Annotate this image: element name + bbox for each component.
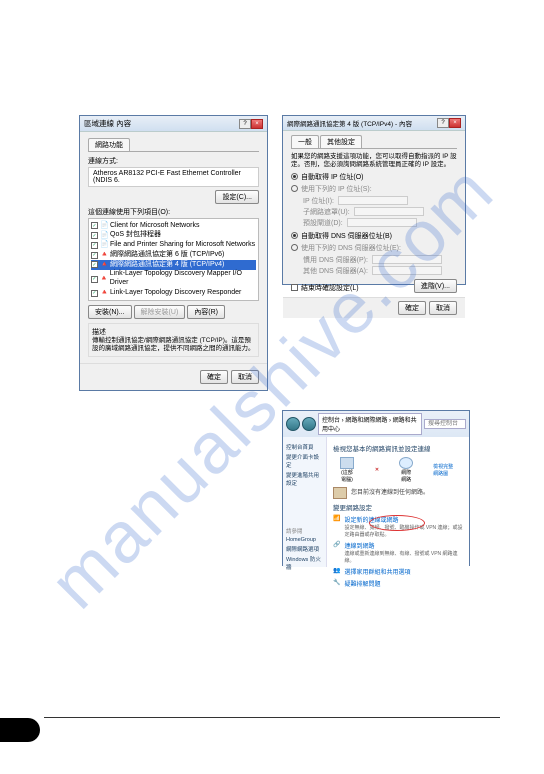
dns1-input: [372, 255, 442, 264]
ok-button[interactable]: 確定: [200, 370, 228, 384]
dns2-input: [372, 266, 442, 275]
tab-general[interactable]: 一般: [291, 135, 319, 148]
sidebar-item[interactable]: HomeGroup: [286, 537, 323, 543]
adapter-name: Atheros AR8132 PCI-E Fast Ethernet Contr…: [88, 167, 259, 187]
radio-auto-ip[interactable]: [291, 173, 298, 180]
description-box: 描述 傳輸控制通訊協定/網際網路通訊協定 (TCP/IP)。這是預設的廣域網路通…: [88, 323, 259, 357]
tab-network[interactable]: 網路功能: [88, 138, 130, 151]
highlight-circle: [369, 515, 425, 531]
network-items-list[interactable]: ✓📄Client for Microsoft Networks ✓📄QoS 封包…: [88, 218, 259, 301]
main-panel: 檢視您基本的網路資訊並設定連線 (這部電腦) ✕ 網際網路 檢視完整網路圖 您目…: [327, 437, 469, 567]
list-item-selected[interactable]: ✓🔺網際網路通訊協定第 4 版 (TCP/IPv4): [91, 260, 256, 270]
tab-alternate[interactable]: 其他設定: [320, 135, 362, 148]
back-button[interactable]: [286, 417, 300, 431]
sidebar: 控制台首頁 變更介面卡設定 變更進階共用設定 請參閱 HomeGroup 網際網…: [283, 437, 327, 567]
titlebar: 區域連線 內容 ? ×: [80, 116, 267, 132]
ip-address-input: [338, 196, 408, 205]
troubleshoot-icon: 🔧: [333, 579, 340, 586]
close-icon[interactable]: ×: [449, 118, 461, 128]
homegroup-icon: 👥: [333, 567, 340, 574]
sidebar-item[interactable]: 網際網路選項: [286, 545, 323, 553]
ipv4-properties: 網際網路通訊協定第 4 版 (TCP/IPv4) - 內容 ? × 一般其他設定…: [282, 115, 466, 285]
validate-checkbox[interactable]: [291, 284, 298, 291]
install-button[interactable]: 安裝(N)...: [88, 305, 132, 319]
troubleshoot-link[interactable]: 🔧疑難排解問題: [333, 579, 463, 588]
titlebar: 網際網路通訊協定第 4 版 (TCP/IPv4) - 內容 ? ×: [283, 116, 465, 131]
list-item[interactable]: ✓📄QoS 封包排程器: [91, 231, 256, 241]
advanced-button[interactable]: 進階(V)...: [414, 279, 457, 293]
connect-icon: 🔗: [333, 541, 340, 548]
forward-button[interactable]: [302, 417, 316, 431]
homegroup-link[interactable]: 👥選擇家用群組和共用選項: [333, 567, 463, 576]
connect-using-label: 連線方式:: [88, 156, 259, 166]
cancel-button[interactable]: 取消: [429, 301, 457, 315]
help-icon[interactable]: ?: [239, 119, 251, 129]
help-icon[interactable]: ?: [437, 118, 449, 128]
close-icon[interactable]: ×: [251, 119, 263, 129]
list-item[interactable]: ✓🔺網際網路通訊協定第 6 版 (TCP/IPv6): [91, 250, 256, 260]
network-icon: [333, 487, 347, 499]
sidebar-item[interactable]: 變更進階共用設定: [286, 471, 323, 487]
wizard-icon: 📶: [333, 515, 340, 522]
info-text: 如果您的網路支援這項功能，您可以取得自動指派的 IP 設定。否則，您必須詢問網路…: [291, 153, 457, 169]
list-item[interactable]: ✓🔺Link-Layer Topology Discovery Mapper I…: [91, 270, 256, 289]
connection-error-icon: ✕: [375, 467, 379, 473]
radio-manual-ip[interactable]: [291, 185, 298, 192]
properties-button[interactable]: 內容(R): [187, 305, 225, 319]
sidebar-item[interactable]: Windows 防火牆: [286, 555, 323, 571]
ok-button[interactable]: 確定: [398, 301, 426, 315]
connect-network-link[interactable]: 🔗 連線到網路連線或重新連線到無線、有線、撥號或 VPN 網路連線。: [333, 541, 463, 564]
gateway-input: [347, 218, 417, 227]
radio-auto-dns[interactable]: [291, 232, 298, 239]
page-rule: [44, 717, 500, 718]
list-item[interactable]: ✓📄Client for Microsoft Networks: [91, 221, 256, 231]
main-heading: 檢視您基本的網路資訊並設定連線: [333, 443, 463, 453]
subnet-mask-input: [354, 207, 424, 216]
explorer-toolbar: 控制台 › 網路和網際網路 › 網路和共用中心: [283, 411, 469, 437]
list-item[interactable]: ✓🔺Link-Layer Topology Discovery Responde…: [91, 288, 256, 298]
dialog-title: 區域連線 內容: [84, 118, 131, 129]
full-map-link[interactable]: 檢視完整網路圖: [433, 463, 457, 477]
page-badge: [0, 718, 40, 742]
list-item[interactable]: ✓📄File and Printer Sharing for Microsoft…: [91, 241, 256, 251]
sidebar-item[interactable]: 變更介面卡設定: [286, 453, 323, 469]
dialog-title: 網際網路通訊協定第 4 版 (TCP/IPv4) - 內容: [287, 118, 412, 128]
cancel-button[interactable]: 取消: [231, 370, 259, 384]
items-label: 這個連線使用下列項目(O):: [88, 207, 259, 217]
search-input[interactable]: [424, 419, 466, 429]
local-area-connection-properties: 區域連線 內容 ? × 網路功能 連線方式: Atheros AR8132 PC…: [79, 115, 268, 391]
uninstall-button: 解除安裝(U): [134, 305, 186, 319]
radio-manual-dns[interactable]: [291, 244, 298, 251]
sidebar-home[interactable]: 控制台首頁: [286, 443, 323, 451]
network-sharing-center: 控制台 › 網路和網際網路 › 網路和共用中心 控制台首頁 變更介面卡設定 變更…: [282, 410, 470, 566]
configure-button[interactable]: 設定(C)...: [215, 190, 259, 204]
breadcrumb[interactable]: 控制台 › 網路和網際網路 › 網路和共用中心: [318, 413, 422, 435]
